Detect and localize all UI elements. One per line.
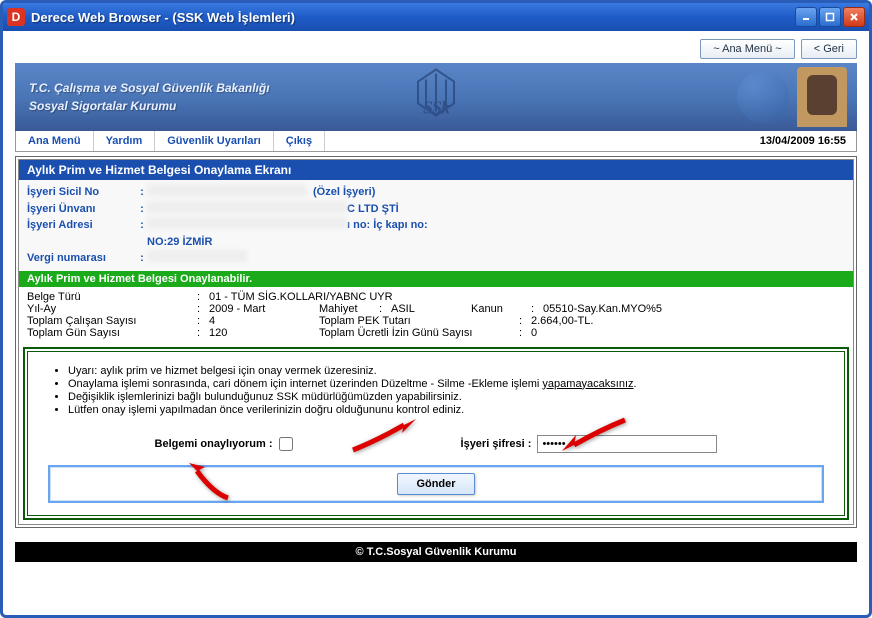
sicil-no-redacted	[147, 184, 307, 196]
menu-yardim[interactable]: Yardım	[94, 131, 156, 151]
belge-turu-val: 01 - TÜM SİG.KOLLARI/YABNC UYR	[209, 291, 393, 303]
submit-button[interactable]: Gönder	[397, 473, 474, 495]
warning-1: Uyarı: aylık prim ve hizmet belgesi için…	[68, 365, 824, 377]
pek-lbl: Toplam PEK Tutarı	[319, 315, 519, 327]
adres-redacted	[147, 217, 347, 229]
password-label: İşyeri şifresi :	[461, 438, 532, 450]
gun-lbl: Toplam Gün Sayısı	[27, 327, 197, 339]
izin-val: 0	[531, 327, 537, 339]
application-window: D Derece Web Browser - (SSK Web İşlemler…	[0, 0, 872, 618]
approval-status-bar: Aylık Prim ve Hizmet Belgesi Onaylanabil…	[19, 271, 853, 287]
window-title: Derece Web Browser - (SSK Web İşlemleri)	[31, 10, 795, 25]
top-button-row: ~ Ana Menü ~ < Geri	[3, 31, 869, 63]
approval-form-row: Belgemi onaylıyorum : İşyeri şifresi :	[48, 427, 824, 461]
confirm-checkbox[interactable]	[279, 437, 293, 451]
menu-cikis[interactable]: Çıkış	[274, 131, 325, 151]
gun-val: 120	[209, 327, 319, 339]
adres-suffix-top: ı no: İç kapı no:	[347, 217, 428, 234]
minimize-button[interactable]	[795, 7, 817, 27]
approval-frame-outer: Uyarı: aylık prim ve hizmet belgesi için…	[23, 347, 849, 520]
kanun-lbl: Kanun	[471, 303, 531, 315]
globe-icon	[737, 71, 789, 123]
main-menu-button[interactable]: ~ Ana Menü ~	[700, 39, 795, 59]
calisan-lbl: Toplam Çalışan Sayısı	[27, 315, 197, 327]
org-title: T.C. Çalışma ve Sosyal Güvenlik Bakanlığ…	[15, 79, 270, 115]
portrait-image	[797, 67, 847, 127]
footer: © T.C.Sosyal Güvenlik Kurumu	[15, 542, 857, 562]
mahiyet-val: ASIL	[391, 303, 471, 315]
page-title: Aylık Prim ve Hizmet Belgesi Onaylama Ek…	[19, 160, 853, 180]
warning-2: Onaylama işlemi sonrasında, cari dönem i…	[68, 378, 824, 390]
yil-ay-val: 2009 - Mart	[209, 303, 319, 315]
maximize-button[interactable]	[819, 7, 841, 27]
submit-frame: Gönder	[48, 465, 824, 503]
vergi-label: Vergi numarası	[27, 250, 137, 267]
yil-ay-lbl: Yıl-Ay	[27, 303, 197, 315]
banner: T.C. Çalışma ve Sosyal Güvenlik Bakanlığ…	[15, 63, 857, 131]
org-line2: Sosyal Sigortalar Kurumu	[29, 97, 270, 115]
unvan-suffix: C LTD ŞTİ	[347, 201, 399, 218]
sicil-no-label: İşyeri Sicil No	[27, 184, 137, 201]
warning-4: Lütfen onay işlemi yapılmadan önce veril…	[68, 404, 824, 416]
org-line1: T.C. Çalışma ve Sosyal Güvenlik Bakanlığ…	[29, 79, 270, 97]
unvan-label: İşyeri Ünvanı	[27, 201, 137, 218]
menu-guvenlik[interactable]: Güvenlik Uyarıları	[155, 131, 274, 151]
content-outer: Aylık Prim ve Hizmet Belgesi Onaylama Ek…	[15, 156, 857, 528]
unvan-redacted	[147, 201, 347, 213]
password-input[interactable]	[537, 435, 717, 453]
datetime-display: 13/04/2009 16:55	[750, 131, 856, 151]
adres-label: İşyeri Adresi	[27, 217, 137, 234]
belge-turu-lbl: Belge Türü	[27, 291, 197, 303]
calisan-val: 4	[209, 315, 319, 327]
ssk-logo-text: SSk	[423, 98, 449, 119]
kanun-val: 05510-Say.Kan.MYO%5	[543, 303, 662, 315]
workplace-info: İşyeri Sicil No : (Özel İşyeri) İşyeri Ü…	[19, 180, 853, 271]
close-button[interactable]	[843, 7, 865, 27]
approval-frame-inner: Uyarı: aylık prim ve hizmet belgesi için…	[27, 351, 845, 516]
window-controls	[795, 7, 865, 27]
app-icon: D	[7, 8, 25, 26]
sicil-no-suffix: (Özel İşyeri)	[313, 184, 375, 201]
pek-val: 2.664,00-TL.	[531, 315, 593, 327]
izin-lbl: Toplam Ücretli İzin Günü Sayısı	[319, 327, 519, 339]
warning-3: Değişiklik işlemlerinizi bağlı bulunduğu…	[68, 391, 824, 403]
confirm-label: Belgemi onaylıyorum :	[155, 438, 273, 450]
banner-right-image	[707, 63, 847, 131]
document-details: Belge Türü: 01 - TÜM SİG.KOLLARI/YABNC U…	[19, 287, 853, 343]
mahiyet-lbl: Mahiyet	[319, 303, 379, 315]
ssk-logo: SSk	[412, 68, 460, 127]
menubar: Ana Menü Yardım Güvenlik Uyarıları Çıkış…	[15, 131, 857, 152]
back-button[interactable]: < Geri	[801, 39, 857, 59]
menu-ana-menu[interactable]: Ana Menü	[16, 131, 94, 151]
vergi-redacted	[147, 250, 247, 262]
warnings-list: Uyarı: aylık prim ve hizmet belgesi için…	[48, 360, 824, 427]
content-inner: Aylık Prim ve Hizmet Belgesi Onaylama Ek…	[18, 159, 854, 525]
titlebar: D Derece Web Browser - (SSK Web İşlemler…	[3, 3, 869, 31]
adres-line2: NO:29 İZMİR	[147, 234, 212, 251]
